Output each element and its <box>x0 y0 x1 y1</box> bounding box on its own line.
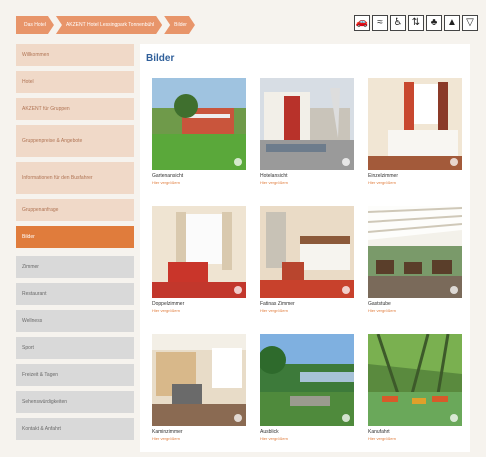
zoom-icon[interactable] <box>450 286 458 294</box>
elevator-icon: ⇅ <box>408 15 424 31</box>
enlarge-link[interactable]: Hier vergrößern <box>260 308 354 313</box>
gallery-caption: Gartenansicht <box>152 173 184 179</box>
sidebar-item[interactable]: Sport <box>16 337 134 359</box>
enlarge-link[interactable]: Hier vergrößern <box>260 436 354 441</box>
gallery-thumbnail[interactable] <box>152 206 246 298</box>
amenity-icons: 🚗 ≈ ♿ ⇅ ♣ ▲ ▽ <box>354 15 478 31</box>
breadcrumb: Das Hotel AKZENT Hotel Lessingpark Tonne… <box>16 16 197 34</box>
gallery-item[interactable]: Kaminzimmer Hier vergrößern <box>152 334 246 441</box>
sidebar-item[interactable]: Wellness <box>16 310 134 332</box>
sidebar-item[interactable]: Zimmer <box>16 256 134 278</box>
zoom-icon[interactable] <box>450 414 458 422</box>
sidebar-nav: Willkommen Hotel AKZENT für Gruppen Gruppen… <box>16 44 134 445</box>
sidebar-item[interactable]: Sehenswürdigkeiten <box>16 391 134 413</box>
gallery-item[interactable]: Einzelzimmer Hier vergrößern <box>368 78 462 185</box>
zoom-icon[interactable] <box>234 414 242 422</box>
cocktail-icon: ▽ <box>462 15 478 31</box>
photo-image <box>152 206 246 298</box>
zoom-icon[interactable] <box>450 158 458 166</box>
photo-image <box>260 78 354 170</box>
gallery-caption: Hotelansicht <box>260 173 288 179</box>
sidebar-item[interactable]: Freizeit & Tagen <box>16 364 134 386</box>
photo-image <box>368 206 462 298</box>
sidebar-item[interactable]: Gruppenpreise & Angebote <box>16 125 134 157</box>
top-bar: Das Hotel AKZENT Hotel Lessingpark Tonne… <box>16 14 478 36</box>
pet-icon: ♣ <box>426 15 442 31</box>
page-title: Bilder <box>146 53 175 64</box>
photo-image <box>152 78 246 170</box>
gallery-thumbnail[interactable] <box>152 78 246 170</box>
zoom-icon[interactable] <box>342 158 350 166</box>
main-content: Bilder Gartenansicht Hier vergrößern Hotel… <box>140 44 470 452</box>
gallery-thumbnail[interactable] <box>152 334 246 426</box>
gallery-thumbnail[interactable] <box>260 206 354 298</box>
photo-image <box>152 334 246 426</box>
gallery-item[interactable]: Kanufahrt Hier vergrößern <box>368 334 462 441</box>
sidebar-item[interactable]: Kontakt & Anfahrt <box>16 418 134 440</box>
zoom-icon[interactable] <box>342 414 350 422</box>
zoom-icon[interactable] <box>342 286 350 294</box>
enlarge-link[interactable]: Hier vergrößern <box>152 180 246 185</box>
enlarge-link[interactable]: Hier vergrößern <box>152 308 246 313</box>
breadcrumb-item[interactable]: Das Hotel <box>16 16 54 34</box>
gallery-caption: Ausblick <box>260 429 279 435</box>
wheelchair-icon: ♿ <box>390 15 406 31</box>
gallery-item[interactable]: Ausblick Hier vergrößern <box>260 334 354 441</box>
breadcrumb-item[interactable]: AKZENT Hotel Lessingpark Tonnenbühl <box>56 16 162 34</box>
zoom-icon[interactable] <box>234 286 242 294</box>
sidebar-item[interactable]: Informationen für den Busfahrer <box>16 162 134 194</box>
breadcrumb-item[interactable]: Bilder <box>164 16 195 34</box>
sidebar-item[interactable]: Restaurant <box>16 283 134 305</box>
gallery-item[interactable]: Gaststube Hier vergrößern <box>368 206 462 313</box>
water-icon: ▲ <box>444 15 460 31</box>
gallery-caption: Gaststube <box>368 301 391 307</box>
gallery-caption: Fatinas Zimmer <box>260 301 295 307</box>
photo-image <box>368 78 462 170</box>
gallery-caption: Doppelzimmer <box>152 301 185 307</box>
gallery-thumbnail[interactable] <box>260 78 354 170</box>
enlarge-link[interactable]: Hier vergrößern <box>368 308 462 313</box>
wifi-icon: ≈ <box>372 15 388 31</box>
photo-image <box>368 334 462 426</box>
enlarge-link[interactable]: Hier vergrößern <box>368 180 462 185</box>
gallery-item[interactable]: Fatinas Zimmer Hier vergrößern <box>260 206 354 313</box>
gallery-caption: Kaminzimmer <box>152 429 183 435</box>
gallery-caption: Einzelzimmer <box>368 173 399 179</box>
enlarge-link[interactable]: Hier vergrößern <box>260 180 354 185</box>
photo-image <box>260 206 354 298</box>
gallery-item[interactable]: Gartenansicht Hier vergrößern <box>152 78 246 185</box>
sidebar-item[interactable]: Willkommen <box>16 44 134 66</box>
gallery-thumbnail[interactable] <box>368 78 462 170</box>
gallery-thumbnail[interactable] <box>368 206 462 298</box>
gallery-item[interactable]: Hotelansicht Hier vergrößern <box>260 78 354 185</box>
sidebar-item[interactable]: Gruppenanfrage <box>16 199 134 221</box>
car-icon: 🚗 <box>354 15 370 31</box>
zoom-icon[interactable] <box>234 158 242 166</box>
sidebar-item[interactable]: AKZENT für Gruppen <box>16 98 134 120</box>
sidebar-item[interactable]: Hotel <box>16 71 134 93</box>
sidebar-item[interactable]: Bilder <box>16 226 134 248</box>
page: Das Hotel AKZENT Hotel Lessingpark Tonne… <box>0 0 486 457</box>
gallery-thumbnail[interactable] <box>368 334 462 426</box>
enlarge-link[interactable]: Hier vergrößern <box>368 436 462 441</box>
photo-image <box>260 334 354 426</box>
gallery-item[interactable]: Doppelzimmer Hier vergrößern <box>152 206 246 313</box>
gallery-caption: Kanufahrt <box>368 429 390 435</box>
gallery-thumbnail[interactable] <box>260 334 354 426</box>
enlarge-link[interactable]: Hier vergrößern <box>152 436 246 441</box>
